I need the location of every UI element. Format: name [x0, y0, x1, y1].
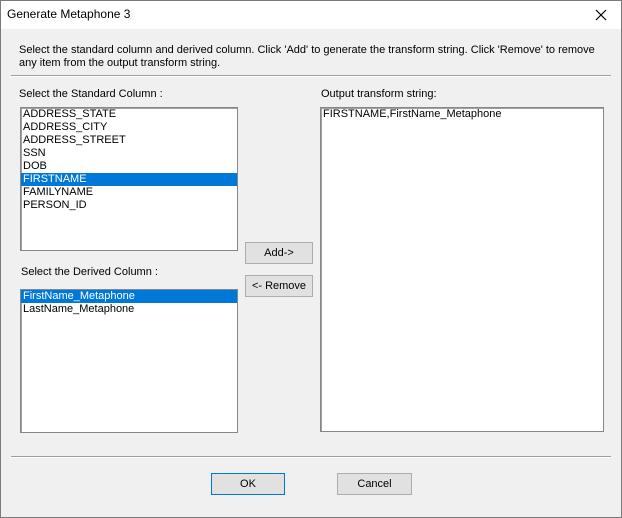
- list-item[interactable]: ADDRESS_CITY: [21, 121, 237, 134]
- window-title: Generate Metaphone 3: [7, 7, 131, 21]
- add-button[interactable]: Add->: [245, 242, 313, 264]
- standard-column-listbox[interactable]: ADDRESS_STATE ADDRESS_CITY ADDRESS_STREET S…: [20, 107, 238, 251]
- list-item[interactable]: FirstName_Metaphone: [21, 290, 237, 303]
- instructions-text: Select the standard column and derived c…: [19, 44, 595, 69]
- close-icon: [595, 9, 607, 21]
- close-button[interactable]: [581, 1, 621, 29]
- list-item[interactable]: FAMILYNAME: [21, 186, 237, 199]
- ok-button[interactable]: OK: [211, 473, 285, 495]
- title-bar: Generate Metaphone 3: [1, 1, 621, 29]
- list-item[interactable]: SSN: [21, 147, 237, 160]
- derived-column-listbox[interactable]: FirstName_Metaphone LastName_Metaphone: [20, 289, 238, 433]
- list-item[interactable]: ADDRESS_STREET: [21, 134, 237, 147]
- output-transform-listbox[interactable]: FIRSTNAME,FirstName_Metaphone: [320, 107, 604, 432]
- list-item[interactable]: FIRSTNAME: [21, 173, 237, 186]
- cancel-button[interactable]: Cancel: [337, 473, 412, 495]
- list-item[interactable]: FIRSTNAME,FirstName_Metaphone: [321, 108, 603, 121]
- remove-button[interactable]: <- Remove: [245, 275, 313, 297]
- list-item[interactable]: DOB: [21, 160, 237, 173]
- bottom-divider: [11, 456, 611, 458]
- output-label: Output transform string:: [321, 88, 437, 100]
- derived-column-label: Select the Derived Column :: [21, 266, 158, 278]
- dialog-window: Generate Metaphone 3 Select the standard…: [0, 0, 622, 518]
- list-item[interactable]: PERSON_ID: [21, 199, 237, 212]
- standard-column-label: Select the Standard Column :: [19, 88, 163, 100]
- list-item[interactable]: ADDRESS_STATE: [21, 108, 237, 121]
- list-item[interactable]: LastName_Metaphone: [21, 303, 237, 316]
- top-divider: [11, 75, 611, 77]
